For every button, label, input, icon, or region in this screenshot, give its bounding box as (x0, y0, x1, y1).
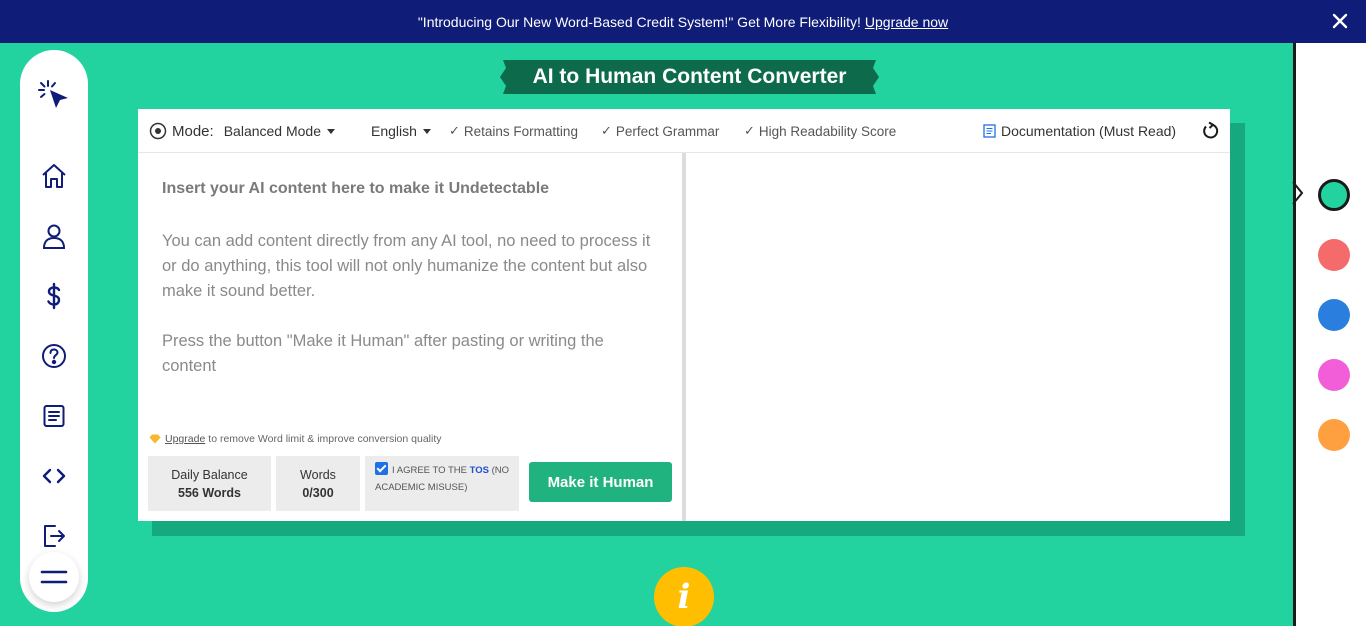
documentation-label[interactable]: Documentation (Must Read) (1001, 123, 1176, 139)
feature-retains-formatting: ✓ Retains Formatting (449, 109, 578, 153)
input-heading: Insert your AI content here to make it U… (162, 180, 550, 197)
user-icon[interactable] (40, 222, 68, 250)
close-icon[interactable] (1328, 9, 1352, 33)
help-icon[interactable] (40, 342, 68, 370)
converter-card: Mode: Balanced Mode English ✓ Retains Fo… (138, 109, 1230, 521)
tos-agreement: I AGREE TO THE TOS (NO ACADEMIC MISUSE) (365, 456, 519, 511)
cursor-click-icon[interactable] (36, 78, 72, 114)
radio-icon (149, 122, 167, 140)
menu-icon (40, 570, 68, 584)
feature-perfect-grammar: ✓ Perfect Grammar (601, 109, 719, 153)
upgrade-note-text: to remove Word limit & improve conversio… (208, 433, 442, 445)
toolbar: Mode: Balanced Mode English ✓ Retains Fo… (138, 109, 1230, 153)
color-option-pink[interactable] (1318, 359, 1350, 391)
refresh-icon (1203, 121, 1219, 139)
color-option-orange[interactable] (1318, 419, 1350, 451)
tos-checkbox[interactable] (375, 462, 388, 475)
feature-high-readability: ✓ High Readability Score (744, 109, 896, 153)
diamond-icon (149, 434, 161, 444)
upgrade-link[interactable]: Upgrade (165, 433, 205, 445)
output-panel[interactable] (686, 153, 1230, 521)
theme-color-panel (1292, 43, 1366, 626)
daily-balance-label: Daily Balance (171, 467, 248, 482)
reset-button[interactable] (1200, 109, 1220, 153)
daily-balance-box: Daily Balance 556 Words (148, 456, 271, 511)
chevron-down-icon (422, 128, 431, 134)
color-option-red[interactable] (1318, 239, 1350, 271)
mode-selector[interactable]: Mode: Balanced Mode (149, 109, 335, 153)
color-option-green[interactable] (1318, 179, 1350, 211)
document-icon (983, 124, 996, 138)
document-icon[interactable] (40, 402, 68, 430)
upgrade-now-link[interactable]: Upgrade now (865, 14, 948, 30)
logout-icon[interactable] (40, 522, 68, 550)
check-icon: ✓ (744, 123, 755, 138)
words-label: Words (300, 467, 336, 482)
language-value[interactable]: English (371, 123, 417, 139)
words-value: 0/300 (302, 485, 334, 500)
mode-value[interactable]: Balanced Mode (224, 123, 321, 139)
input-instructions-2: Press the button "Make it Human" after p… (162, 332, 604, 375)
code-icon[interactable] (40, 462, 68, 490)
chevron-right-icon (1292, 181, 1304, 205)
page-title-banner: AI to Human Content Converter (499, 58, 880, 96)
banner-message: "Introducing Our New Word-Based Credit S… (417, 13, 861, 30)
word-count-box: Words 0/300 (276, 456, 360, 511)
check-icon: ✓ (449, 123, 460, 138)
make-it-human-button[interactable]: Make it Human (529, 462, 672, 502)
upgrade-note: Upgrade to remove Word limit & improve c… (149, 433, 442, 445)
language-dropdown[interactable]: English (371, 109, 431, 153)
mode-label: Mode: (172, 122, 214, 140)
menu-button[interactable] (29, 552, 79, 602)
daily-balance-value: 556 Words (178, 485, 241, 500)
home-icon[interactable] (40, 162, 68, 190)
documentation-link[interactable]: Documentation (Must Read) (983, 109, 1176, 153)
dollar-icon[interactable] (40, 282, 68, 310)
color-option-blue[interactable] (1318, 299, 1350, 331)
chevron-down-icon (327, 128, 335, 134)
page-title: AI to Human Content Converter (532, 65, 847, 88)
announcement-banner: "Introducing Our New Word-Based Credit S… (0, 0, 1366, 43)
feature-label: High Readability Score (758, 123, 897, 139)
check-icon: ✓ (601, 123, 612, 138)
tos-link[interactable]: TOS (470, 465, 489, 476)
feature-label: Perfect Grammar (615, 123, 720, 139)
tos-prefix: I AGREE TO THE (392, 465, 467, 476)
input-instructions: You can add content directly from any AI… (162, 232, 651, 300)
sidebar (20, 50, 88, 612)
info-button[interactable]: i (654, 567, 714, 626)
feature-label: Retains Formatting (463, 123, 578, 139)
